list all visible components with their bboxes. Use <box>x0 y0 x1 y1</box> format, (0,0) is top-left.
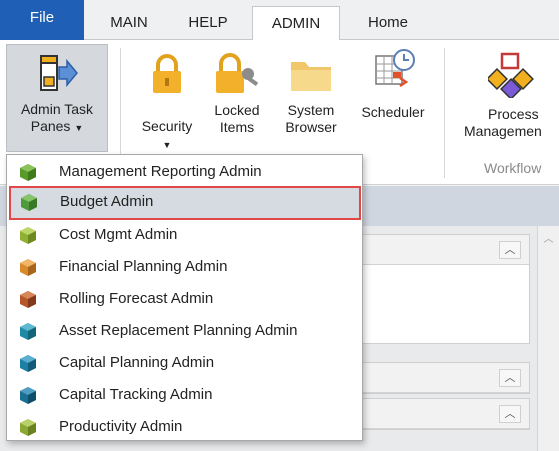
task-panes-icon <box>40 55 78 91</box>
chevron-up-icon[interactable]: ︿ <box>499 405 521 423</box>
menu-item-financial-planning-admin[interactable]: Financial Planning Admin <box>8 251 361 283</box>
teal-cube-icon <box>20 387 36 404</box>
menu-item-label: Financial Planning Admin <box>59 258 228 275</box>
admin-task-panes-menu: Management Reporting Admin Budget Admin … <box>6 154 363 441</box>
menu-item-label: Rolling Forecast Admin <box>59 290 214 307</box>
folder-icon <box>291 62 331 91</box>
orange-cube-icon <box>20 259 36 276</box>
menu-item-label: Capital Planning Admin <box>59 354 215 371</box>
chevron-up-icon[interactable]: ︿ <box>499 241 521 259</box>
system-browser-label-1: System <box>287 102 335 118</box>
tab-help[interactable]: HELP <box>176 6 240 40</box>
locked-key-icon <box>216 53 259 93</box>
admin-task-panes-button[interactable]: Admin Task Panes ▼ <box>6 44 108 152</box>
system-browser-button[interactable]: System Browser <box>276 46 346 151</box>
calendar-clock-icon <box>375 49 415 88</box>
menu-item-management-reporting-admin[interactable]: Management Reporting Admin <box>8 156 361 188</box>
menu-item-rolling-forecast-admin[interactable]: Rolling Forecast Admin <box>8 283 361 315</box>
separator <box>444 48 445 178</box>
admin-task-panes-label-2: Panes ▼ <box>30 118 84 134</box>
chevron-down-icon: ▼ <box>162 140 172 150</box>
menu-item-productivity-admin[interactable]: Productivity Admin <box>8 411 361 443</box>
admin-task-panes-label-1: Admin Task <box>20 101 94 117</box>
teal-cube-icon <box>20 355 36 372</box>
menu-item-label: Asset Replacement Planning Admin <box>59 322 298 339</box>
process-management-label-1: Process <box>488 106 539 122</box>
teal-cube-icon <box>20 323 36 340</box>
menu-item-label: Productivity Admin <box>59 418 183 435</box>
menu-item-label: Management Reporting Admin <box>59 163 262 180</box>
chevron-up-icon[interactable]: ︿ <box>499 369 521 387</box>
process-management-label-2: Managemen <box>464 123 542 139</box>
security-label: Security <box>141 118 193 134</box>
green-cube-icon <box>20 164 36 181</box>
green-cube-icon <box>21 194 37 211</box>
system-browser-label-2: Browser <box>285 119 337 135</box>
lock-icon <box>153 54 181 93</box>
menu-item-cost-mgmt-admin[interactable]: Cost Mgmt Admin <box>8 219 361 251</box>
tab-main[interactable]: MAIN <box>94 6 164 40</box>
locked-items-label-1: Locked <box>214 102 260 118</box>
olive-cube-icon <box>20 419 36 436</box>
workflow-group-label: Workflow <box>484 160 542 176</box>
chevron-up-icon[interactable]: ︿ <box>538 230 559 245</box>
menu-item-asset-replacement-planning-admin[interactable]: Asset Replacement Planning Admin <box>8 315 361 347</box>
chevron-down-icon: ▼ <box>74 123 84 133</box>
tab-home[interactable]: Home <box>352 6 424 40</box>
menu-item-budget-admin[interactable]: Budget Admin <box>9 186 361 220</box>
ribbon-tab-strip: File MAIN HELP ADMIN Home <box>0 0 559 41</box>
olive-cube-icon <box>20 227 36 244</box>
brown-cube-icon <box>20 291 36 308</box>
menu-item-label: Budget Admin <box>60 193 154 210</box>
scheduler-label: Scheduler <box>361 104 425 120</box>
process-management-button[interactable]: Process Managemen <box>458 46 559 151</box>
menu-item-label: Capital Tracking Admin <box>59 386 213 403</box>
menu-item-capital-planning-admin[interactable]: Capital Planning Admin <box>8 347 361 379</box>
menu-item-capital-tracking-admin[interactable]: Capital Tracking Admin <box>8 379 361 411</box>
menu-item-label: Cost Mgmt Admin <box>59 226 178 243</box>
scheduler-button[interactable]: Scheduler <box>352 46 434 151</box>
security-button[interactable]: Security ▼ <box>132 46 202 151</box>
tab-file[interactable]: File <box>0 0 84 40</box>
tab-admin[interactable]: ADMIN <box>252 6 340 41</box>
vertical-scrollbar[interactable]: ︿ <box>537 226 559 451</box>
workflow-icon <box>488 52 534 98</box>
locked-items-button[interactable]: Locked Items <box>206 46 268 151</box>
locked-items-label-2: Items <box>219 119 255 135</box>
